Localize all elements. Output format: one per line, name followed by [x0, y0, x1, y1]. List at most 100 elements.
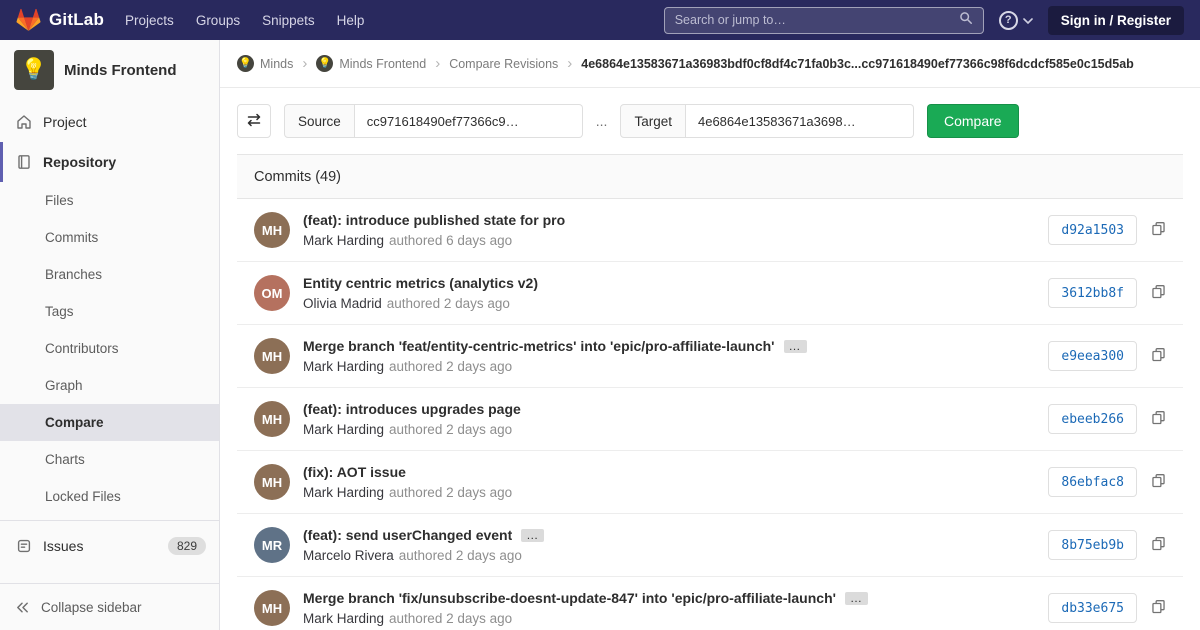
sidebar-subitem-contributors[interactable]: Contributors: [0, 330, 219, 367]
expand-commit-message-button[interactable]: …: [521, 529, 544, 542]
commit-author-avatar: MH: [254, 401, 290, 437]
copy-icon: [1151, 473, 1166, 491]
sidebar-subitem-files[interactable]: Files: [0, 182, 219, 219]
commit-actions: 3612bb8f: [1048, 278, 1166, 308]
commit-actions: 8b75eb9b: [1048, 530, 1166, 560]
commit-sha-link[interactable]: 8b75eb9b: [1048, 530, 1137, 560]
commit-title-link[interactable]: (fix): AOT issue: [303, 464, 406, 480]
commit-title-link[interactable]: (feat): send userChanged event: [303, 527, 512, 543]
sidebar-item-label: Project: [43, 114, 87, 130]
nav-link-groups[interactable]: Groups: [185, 13, 251, 28]
help-menu[interactable]: ?: [999, 11, 1033, 30]
commit-author-avatar: MR: [254, 527, 290, 563]
global-search[interactable]: [664, 7, 984, 34]
copy-sha-button[interactable]: [1151, 284, 1166, 302]
copy-icon: [1151, 599, 1166, 617]
source-ref-dropdown[interactable]: cc971618490ef77366c9…: [355, 104, 583, 138]
commit-row: OM Entity centric metrics (analytics v2)…: [237, 262, 1183, 325]
sidebar-item-issues[interactable]: Issues 829: [0, 526, 219, 566]
collapse-sidebar-button[interactable]: Collapse sidebar: [0, 583, 219, 630]
search-input[interactable]: [675, 13, 951, 27]
commit-author-link[interactable]: Mark Harding: [303, 611, 384, 626]
commit-author-link[interactable]: Mark Harding: [303, 422, 384, 437]
commit-sha-link[interactable]: 3612bb8f: [1048, 278, 1137, 308]
breadcrumb-separator: ›: [567, 55, 572, 72]
commit-title-link[interactable]: (feat): introduce published state for pr…: [303, 212, 565, 228]
sidebar-subitem-tags[interactable]: Tags: [0, 293, 219, 330]
search-icon: [959, 11, 973, 30]
nav-link-help[interactable]: Help: [326, 13, 376, 28]
nav-link-snippets[interactable]: Snippets: [251, 13, 326, 28]
expand-commit-message-button[interactable]: …: [784, 340, 807, 353]
commit-sha-link[interactable]: e9eea300: [1048, 341, 1137, 371]
commit-author-link[interactable]: Mark Harding: [303, 233, 384, 248]
commit-info: Merge branch 'fix/unsubscribe-doesnt-upd…: [303, 590, 1032, 626]
breadcrumb-avatar: 💡: [316, 55, 333, 72]
sidebar-subitem-locked-files[interactable]: Locked Files: [0, 478, 219, 515]
commit-author-link[interactable]: Marcelo Rivera: [303, 548, 394, 563]
sidebar-subitem-graph[interactable]: Graph: [0, 367, 219, 404]
copy-icon: [1151, 284, 1166, 302]
copy-icon: [1151, 221, 1166, 239]
commit-meta: Mark Harding authored 2 days ago: [303, 611, 1032, 626]
home-icon: [16, 114, 32, 130]
breadcrumb-avatar: 💡: [237, 55, 254, 72]
breadcrumb: 💡 Minds › 💡Minds Frontend › Compare Revisions…: [220, 40, 1200, 88]
commits-panel: Commits (49) MH (feat): introduce publis…: [237, 154, 1183, 630]
commit-sha-link[interactable]: db33e675: [1048, 593, 1137, 623]
sidebar-subitem-charts[interactable]: Charts: [0, 441, 219, 478]
gitlab-logo[interactable]: GitLab: [16, 8, 104, 32]
commit-author-avatar: MH: [254, 590, 290, 626]
commit-actions: e9eea300: [1048, 341, 1166, 371]
breadcrumb-item[interactable]: 💡 Minds: [237, 55, 293, 72]
commit-sha-link[interactable]: d92a1503: [1048, 215, 1137, 245]
commit-authored-time: authored 2 days ago: [389, 422, 512, 437]
sidebar-subitem-commits[interactable]: Commits: [0, 219, 219, 256]
commit-title-link[interactable]: Merge branch 'fix/unsubscribe-doesnt-upd…: [303, 590, 836, 606]
copy-sha-button[interactable]: [1151, 410, 1166, 428]
collapse-sidebar-label: Collapse sidebar: [41, 600, 142, 615]
swap-revisions-button[interactable]: [237, 104, 271, 138]
sidebar-item-project[interactable]: Project: [0, 102, 219, 142]
commit-author-link[interactable]: Mark Harding: [303, 359, 384, 374]
commit-row: MH (feat): introduce published state for…: [237, 199, 1183, 262]
breadcrumb-separator: ›: [435, 55, 440, 72]
sidebar-subitem-branches[interactable]: Branches: [0, 256, 219, 293]
top-navbar: GitLab ProjectsGroupsSnippetsHelp ?: [0, 0, 1200, 40]
commit-meta: Mark Harding authored 6 days ago: [303, 233, 1032, 248]
target-ref-dropdown[interactable]: 4e6864e13583671a3698…: [686, 104, 914, 138]
commit-title-link[interactable]: (feat): introduces upgrades page: [303, 401, 521, 417]
breadcrumb-label: Minds: [260, 57, 293, 71]
breadcrumb-item[interactable]: Compare Revisions: [449, 57, 558, 71]
commit-author-link[interactable]: Olivia Madrid: [303, 296, 382, 311]
copy-sha-button[interactable]: [1151, 599, 1166, 617]
commit-title-link[interactable]: Entity centric metrics (analytics v2): [303, 275, 538, 291]
expand-commit-message-button[interactable]: …: [845, 592, 868, 605]
sidebar-divider: [0, 520, 219, 521]
nav-menu: ProjectsGroupsSnippetsHelp: [114, 13, 375, 28]
sign-in-register-button[interactable]: Sign in / Register: [1048, 6, 1184, 35]
commit-author-link[interactable]: Mark Harding: [303, 485, 384, 500]
repository-submenu: FilesCommitsBranchesTagsContributorsGrap…: [0, 182, 219, 515]
commit-author-avatar: MH: [254, 464, 290, 500]
commit-actions: 86ebfac8: [1048, 467, 1166, 497]
commit-title-link[interactable]: Merge branch 'feat/entity-centric-metric…: [303, 338, 775, 354]
copy-sha-button[interactable]: [1151, 536, 1166, 554]
commit-authored-time: authored 2 days ago: [389, 485, 512, 500]
commit-meta: Mark Harding authored 2 days ago: [303, 359, 1032, 374]
copy-sha-button[interactable]: [1151, 473, 1166, 491]
sidebar-item-repository[interactable]: Repository: [0, 142, 219, 182]
copy-sha-button[interactable]: [1151, 221, 1166, 239]
sidebar-subitem-compare[interactable]: Compare: [0, 404, 219, 441]
commit-row: MH (fix): AOT issue Mark Harding authore…: [237, 451, 1183, 514]
nav-link-projects[interactable]: Projects: [114, 13, 185, 28]
copy-sha-button[interactable]: [1151, 347, 1166, 365]
sidebar-project-link[interactable]: 💡 Minds Frontend: [0, 40, 219, 102]
copy-icon: [1151, 410, 1166, 428]
commit-sha-link[interactable]: ebeeb266: [1048, 404, 1137, 434]
compare-button[interactable]: Compare: [927, 104, 1019, 138]
commit-sha-link[interactable]: 86ebfac8: [1048, 467, 1137, 497]
revision-range-separator: ...: [596, 113, 608, 129]
target-label: Target: [620, 104, 686, 138]
breadcrumb-item[interactable]: 💡Minds Frontend: [316, 55, 426, 72]
